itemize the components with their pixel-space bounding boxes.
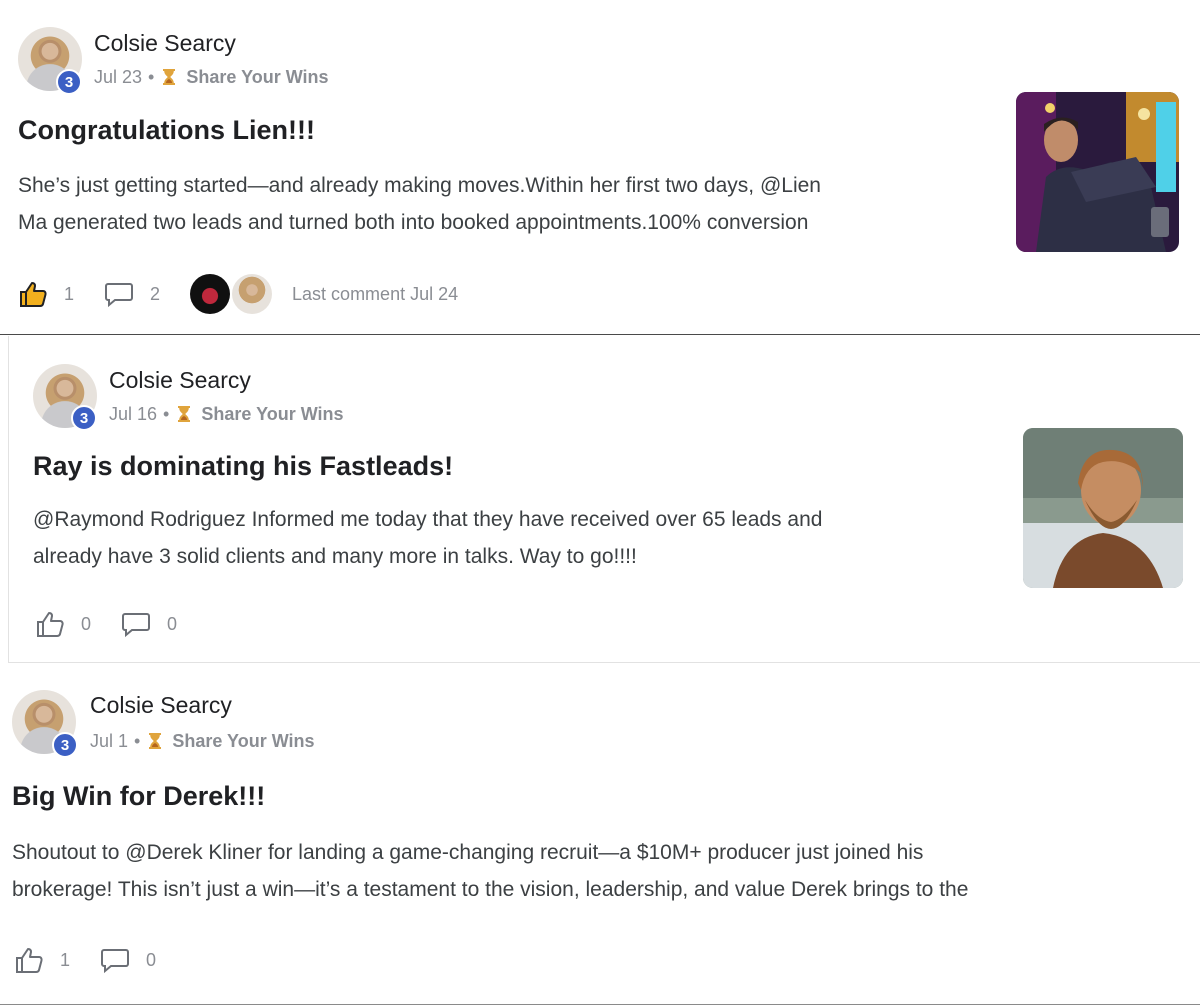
hourglass-icon — [149, 732, 162, 749]
post-date[interactable]: Jul 1 — [90, 731, 128, 752]
thumbs-up-icon[interactable] — [18, 280, 48, 308]
post-category[interactable]: Share Your Wins — [201, 404, 343, 425]
comment-icon[interactable] — [104, 280, 134, 308]
like-count: 1 — [60, 949, 71, 970]
post-actions: 0 0 — [35, 610, 207, 638]
post-category[interactable]: Share Your Wins — [172, 731, 314, 752]
post-body-line: brokerage! This isn’t just a win—it’s a … — [12, 878, 969, 901]
post-body[interactable]: @Raymond Rodriguez Informed me today tha… — [33, 501, 1013, 575]
post-date[interactable]: Jul 23 — [94, 67, 142, 88]
post-body[interactable]: Shoutout to @Derek Kliner for landing a … — [12, 834, 1198, 908]
post-body-line: She’s just getting started—and already m… — [18, 174, 821, 197]
like-count: 1 — [64, 283, 75, 304]
hourglass-icon — [163, 68, 176, 85]
thumbnail-image — [1016, 92, 1179, 252]
post-actions: 1 0 — [14, 946, 186, 974]
meta-separator: • — [148, 67, 155, 87]
post-meta: Jul 23 • Share Your Wins — [94, 67, 329, 88]
level-badge: 3 — [71, 405, 97, 431]
post-title[interactable]: Congratulations Lien!!! — [18, 115, 315, 146]
post-card[interactable]: 3 Colsie Searcy Jul 23 • Share Your Wins… — [0, 0, 1200, 335]
post-title[interactable]: Ray is dominating his Fastleads! — [33, 451, 453, 482]
thumbs-up-icon[interactable] — [35, 610, 65, 638]
author-name[interactable]: Colsie Searcy — [90, 692, 232, 719]
post-meta: Jul 1 • Share Your Wins — [90, 731, 315, 752]
author-name[interactable]: Colsie Searcy — [109, 367, 251, 394]
commenter-avatar[interactable] — [190, 274, 231, 314]
comment-count: 0 — [167, 613, 178, 634]
comment-count: 2 — [150, 283, 161, 304]
comment-icon[interactable] — [100, 946, 130, 974]
post-card[interactable]: 3 Colsie Searcy Jul 16 • Share Your Wins… — [8, 336, 1200, 663]
post-thumbnail[interactable] — [1023, 428, 1183, 588]
meta-separator: • — [163, 404, 170, 424]
post-meta: Jul 16 • Share Your Wins — [109, 404, 344, 425]
meta-separator: • — [134, 731, 141, 751]
hourglass-icon — [178, 405, 191, 422]
post-actions: 1 2 Last comment Jul 24 — [18, 274, 458, 314]
level-badge: 3 — [52, 732, 78, 758]
comment-count: 0 — [146, 949, 157, 970]
post-date[interactable]: Jul 16 — [109, 404, 157, 425]
commenter-avatar[interactable] — [232, 274, 273, 314]
post-body-line: already have 3 solid clients and many mo… — [33, 545, 637, 568]
thumbnail-image — [1023, 428, 1183, 588]
post-body-line: Ma generated two leads and turned both i… — [18, 211, 809, 234]
comment-icon[interactable] — [121, 610, 151, 638]
author-avatar[interactable]: 3 — [33, 364, 97, 431]
last-comment[interactable]: Last comment Jul 24 — [292, 284, 458, 305]
level-badge: 3 — [56, 69, 82, 95]
post-body-line: @Raymond Rodriguez Informed me today tha… — [33, 508, 823, 531]
post-card[interactable]: 3 Colsie Searcy Jul 1 • Share Your Wins … — [0, 664, 1200, 1005]
post-title[interactable]: Big Win for Derek!!! — [12, 781, 265, 812]
thumbs-up-icon[interactable] — [14, 946, 44, 974]
like-count: 0 — [81, 613, 92, 634]
author-name[interactable]: Colsie Searcy — [94, 30, 236, 57]
post-thumbnail[interactable] — [1016, 92, 1179, 252]
post-body[interactable]: She’s just getting started—and already m… — [18, 167, 998, 241]
author-avatar[interactable]: 3 — [12, 690, 78, 758]
author-avatar[interactable]: 3 — [18, 27, 82, 95]
post-body-line: Shoutout to @Derek Kliner for landing a … — [12, 841, 924, 864]
post-category[interactable]: Share Your Wins — [186, 67, 328, 88]
